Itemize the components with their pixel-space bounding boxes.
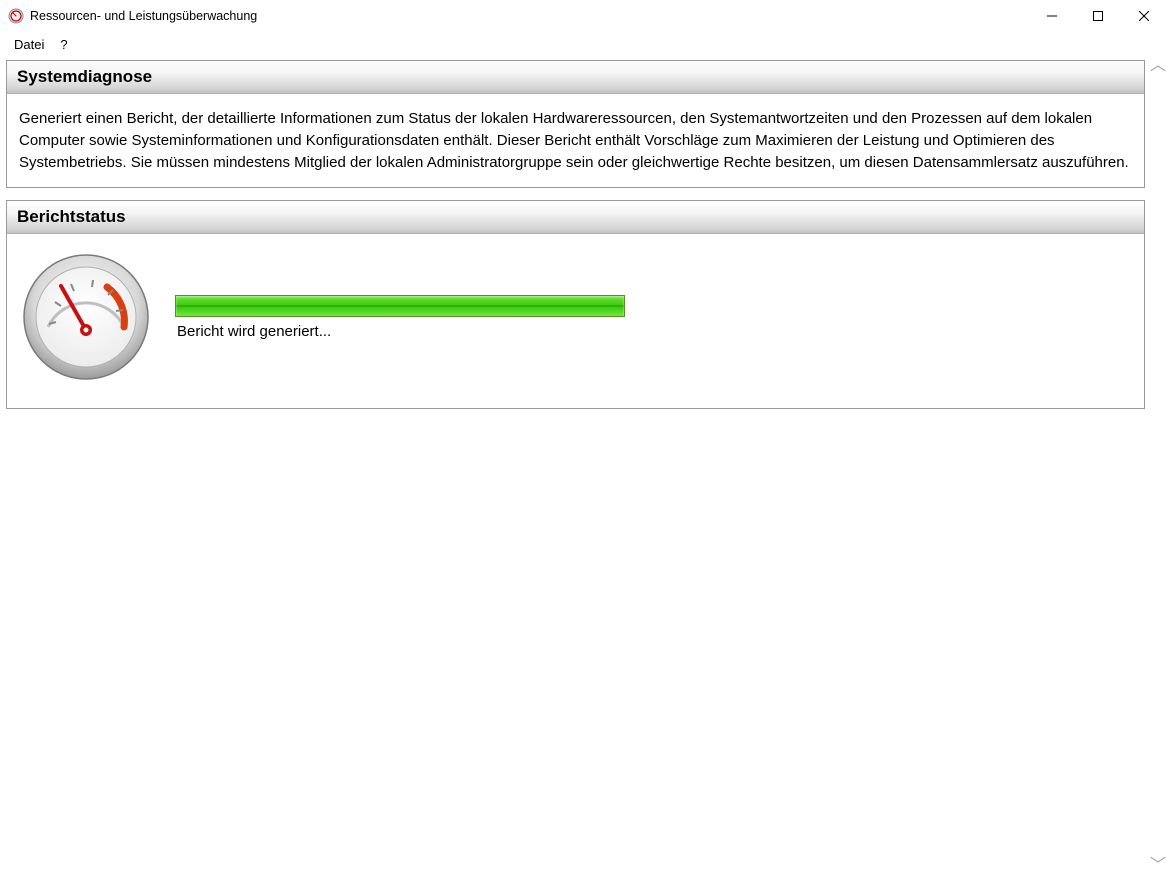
progress-bar bbox=[175, 295, 625, 317]
panel-system-diagnosis: Systemdiagnose Generiert einen Bericht, … bbox=[6, 60, 1145, 188]
scrollbar[interactable]: ︿ ﹀ bbox=[1149, 56, 1167, 876]
menubar: Datei ? bbox=[0, 32, 1167, 56]
window-title: Ressourcen- und Leistungsüberwachung bbox=[30, 9, 1029, 23]
panel-body-diagnosis: Generiert einen Bericht, der detailliert… bbox=[7, 94, 1144, 187]
panel-header-diagnosis: Systemdiagnose bbox=[7, 61, 1144, 94]
menu-file[interactable]: Datei bbox=[6, 35, 52, 54]
panel-body-status: Bericht wird generiert... bbox=[7, 234, 1144, 408]
panel-header-status: Berichtstatus bbox=[7, 201, 1144, 234]
maximize-button[interactable] bbox=[1075, 0, 1121, 32]
window-controls bbox=[1029, 0, 1167, 32]
minimize-button[interactable] bbox=[1029, 0, 1075, 32]
titlebar: Ressourcen- und Leistungsüberwachung bbox=[0, 0, 1167, 32]
progress-label: Bericht wird generiert... bbox=[175, 323, 625, 340]
content-wrapper: Systemdiagnose Generiert einen Bericht, … bbox=[0, 56, 1167, 876]
content-area: Systemdiagnose Generiert einen Bericht, … bbox=[0, 56, 1149, 876]
progress-area: Bericht wird generiert... bbox=[175, 295, 625, 340]
menu-help[interactable]: ? bbox=[52, 35, 75, 54]
panel-report-status: Berichtstatus bbox=[6, 200, 1145, 409]
app-icon bbox=[8, 8, 24, 24]
scroll-down-icon[interactable]: ﹀ bbox=[1150, 858, 1166, 874]
close-button[interactable] bbox=[1121, 0, 1167, 32]
scroll-up-icon[interactable]: ︿ bbox=[1150, 58, 1166, 74]
gauge-icon bbox=[21, 252, 151, 382]
